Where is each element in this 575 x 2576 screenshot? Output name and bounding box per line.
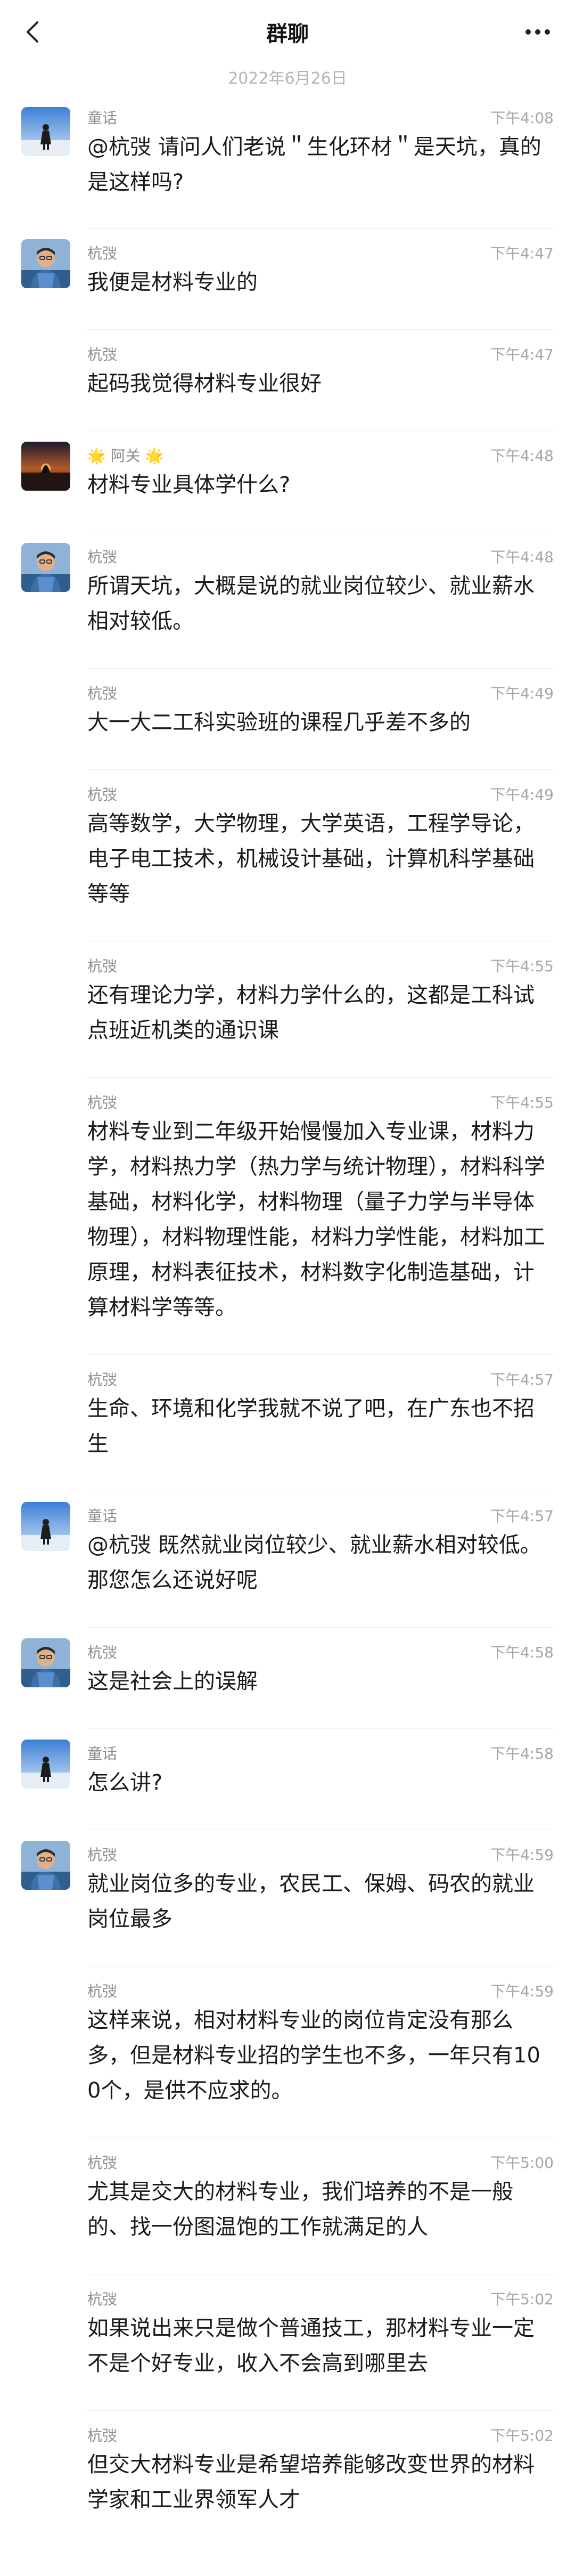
- message-time: 下午4:59: [490, 1846, 554, 1864]
- message-text: 材料专业到二年级开始慢慢加入专业课，材料力学，材料热力学（热力学与统计物理），材…: [87, 1119, 545, 1320]
- sender-name: 杭弢: [87, 957, 118, 975]
- sender-name: 杭弢: [87, 1371, 118, 1388]
- sender-name: 杭弢: [87, 685, 118, 702]
- message-text: 高等数学，大学物理，大学英语，工程学导论，电子电工技术，机械设计基础，计算机科学…: [87, 811, 535, 906]
- top-bar: 群聊: [0, 0, 575, 64]
- message-text: 这样来说，相对材料专业的岗位肯定没有那么多，但是材料专业招的学生也不多，一年只有…: [87, 2008, 540, 2103]
- message-item[interactable]: 杭弢 下午4:55 材料专业到二年级开始慢慢加入专业课，材料力学，材料热力学（热力…: [0, 1078, 575, 1355]
- message-item[interactable]: 杭弢 下午4:59 这样来说，相对材料专业的岗位肯定没有那么多，但是材料专业招的学…: [0, 1966, 575, 2138]
- sender-name: 🌟 阿关 🌟: [87, 447, 164, 465]
- message-time: 下午5:02: [490, 2427, 554, 2444]
- message-text: 就业岗位多的专业，农民工、保姆、码农的就业岗位最多: [87, 1872, 535, 1931]
- message-text: 这是社会上的误解: [87, 1669, 258, 1694]
- message-item[interactable]: 杭弢 下午4:49 高等数学，大学物理，大学英语，工程学导论，电子电工技术，机械设…: [0, 770, 575, 941]
- message-time: 下午4:47: [490, 245, 554, 262]
- message-item[interactable]: 杭弢 下午4:47 起码我觉得材料专业很好: [0, 330, 575, 431]
- message-item[interactable]: 童话 下午4:58 怎么讲?: [0, 1729, 575, 1830]
- sender-name: 杭弢: [87, 2154, 118, 2172]
- sender-name: 童话: [87, 109, 118, 127]
- message-text: 怎么讲?: [87, 1770, 163, 1795]
- message-list: 童话 下午4:08 @杭弢 请问人们老说＂生化环材＂是天坑，真的是这样吗? 杭弢下…: [0, 93, 575, 2547]
- message-text: 我便是材料专业的: [87, 270, 258, 295]
- date-separator: 2022年6月26日: [228, 69, 347, 88]
- avatar[interactable]: [21, 1502, 70, 1551]
- message-time: 下午5:00: [490, 2154, 554, 2172]
- sender-name: 杭弢: [87, 245, 118, 262]
- message-time: 下午4:47: [490, 346, 554, 363]
- message-text: 材料专业具体学什么?: [87, 473, 291, 497]
- back-arrow-icon[interactable]: [17, 16, 49, 48]
- sender-name: 杭弢: [87, 1094, 118, 1111]
- message-text: 尤其是交大的材料专业，我们培养的不是一般的、找一份图温饱的工作就满足的人: [87, 2180, 513, 2239]
- sender-name: 童话: [87, 1745, 118, 1762]
- message-time: 下午4:48: [490, 548, 554, 566]
- avatar[interactable]: [21, 1841, 70, 1890]
- message-text: 所谓天坑，大概是说的就业岗位较少、就业薪水相对较低。: [87, 574, 535, 633]
- message-time: 下午4:57: [490, 1371, 554, 1388]
- message-item[interactable]: 童话 下午4:08 @杭弢 请问人们老说＂生化环材＂是天坑，真的是这样吗?: [0, 93, 575, 229]
- message-time: 下午4:08: [490, 109, 554, 127]
- message-time: 下午4:58: [490, 1644, 554, 1661]
- message-text: 起码我觉得材料专业很好: [87, 371, 322, 396]
- avatar[interactable]: [21, 1740, 70, 1789]
- sender-name: 杭弢: [87, 548, 118, 566]
- message-item[interactable]: 杭弢 下午5:02 如果说出来只是做个普通技工，那材料专业一定不是个好专业，收入不…: [0, 2274, 575, 2411]
- message-time: 下午4:59: [490, 1982, 554, 2000]
- avatar[interactable]: [21, 1638, 70, 1687]
- message-time: 下午5:02: [490, 2290, 554, 2308]
- message-item[interactable]: 杭弢 下午4:48 所谓天坑，大概是说的就业岗位较少、就业薪水相对较低。: [0, 532, 575, 669]
- sender-name: 杭弢: [87, 786, 118, 803]
- message-text: 大一大二工科实验班的课程几乎差不多的: [87, 710, 471, 735]
- message-time: 下午4:55: [490, 957, 554, 975]
- sender-name: 杭弢: [87, 2290, 118, 2308]
- avatar[interactable]: [21, 107, 70, 156]
- message-time: 下午4:57: [490, 1507, 554, 1525]
- sender-name: 童话: [87, 1507, 118, 1525]
- avatar[interactable]: [21, 442, 70, 491]
- more-options-icon[interactable]: [522, 21, 554, 43]
- message-text: 但交大材料专业是希望培养能够改变世界的材料学家和工业界领军人才: [87, 2452, 535, 2512]
- sender-name: 杭弢: [87, 1846, 118, 1864]
- message-time: 下午4:49: [490, 685, 554, 702]
- message-text: @杭弢 既然就业岗位较少、就业薪水相对较低。那您怎么还说好呢: [87, 1533, 541, 1592]
- message-item[interactable]: 童话 下午4:57 @杭弢 既然就业岗位较少、就业薪水相对较低。那您怎么还说好呢: [0, 1491, 575, 1628]
- message-item[interactable]: 杭弢 下午4:57 生命、环境和化学我就不说了吧，在广东也不招生: [0, 1355, 575, 1491]
- page-title: 群聊: [266, 22, 309, 46]
- message-text: 生命、环境和化学我就不说了吧，在广东也不招生: [87, 1396, 535, 1456]
- sender-name: 杭弢: [87, 2427, 118, 2444]
- avatar[interactable]: [21, 239, 70, 288]
- message-item[interactable]: 🌟 阿关 🌟 下午4:48 材料专业具体学什么?: [0, 431, 575, 532]
- message-item[interactable]: 杭弢 下午5:00 尤其是交大的材料专业，我们培养的不是一般的、找一份图温饱的工作…: [0, 2138, 575, 2274]
- message-item[interactable]: 杭弢 下午4:55 还有理论力学，材料力学什么的，这都是工科试点班近机类的通识课: [0, 941, 575, 1078]
- sender-name: 杭弢: [87, 1644, 118, 1661]
- message-text: 还有理论力学，材料力学什么的，这都是工科试点班近机类的通识课: [87, 983, 535, 1043]
- message-time: 下午4:58: [490, 1745, 554, 1762]
- sender-name: 杭弢: [87, 1982, 118, 2000]
- message-item[interactable]: 杭弢 下午5:02 但交大材料专业是希望培养能够改变世界的材料学家和工业界领军人才: [0, 2411, 575, 2547]
- message-time: 下午4:48: [490, 447, 554, 465]
- message-item[interactable]: 杭弢 下午4:59 就业岗位多的专业，农民工、保姆、码农的就业岗位最多: [0, 1830, 575, 1966]
- message-text: 如果说出来只是做个普通技工，那材料专业一定不是个好专业，收入不会高到哪里去: [87, 2316, 535, 2376]
- message-item[interactable]: 杭弢 下午4:49 大一大二工科实验班的课程几乎差不多的: [0, 669, 575, 770]
- message-time: 下午4:55: [490, 1094, 554, 1111]
- avatar[interactable]: [21, 543, 70, 592]
- message-item[interactable]: 杭弢 下午4:47 我便是材料专业的: [0, 229, 575, 330]
- message-item[interactable]: 杭弢 下午4:58 这是社会上的误解: [0, 1628, 575, 1729]
- message-time: 下午4:49: [490, 786, 554, 803]
- sender-name: 杭弢: [87, 346, 118, 363]
- message-text: @杭弢 请问人们老说＂生化环材＂是天坑，真的是这样吗?: [87, 135, 541, 194]
